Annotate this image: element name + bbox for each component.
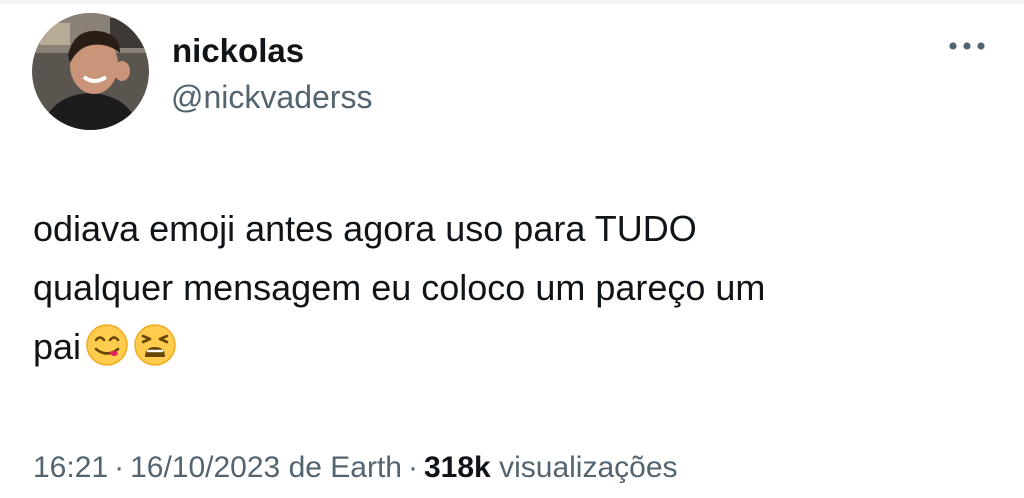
avatar[interactable] bbox=[32, 13, 149, 130]
profile-photo-icon bbox=[32, 13, 149, 130]
user-handle[interactable]: @nickvaderss bbox=[171, 77, 372, 117]
meta-separator: · bbox=[408, 451, 418, 484]
views-count[interactable]: 318k bbox=[424, 451, 491, 484]
tweet-meta: 16:21 · 16/10/2023 de Earth · 318k visualiza… bbox=[33, 448, 678, 488]
tweet-card[interactable]: nickolas @nickvaderss odiava emoji antes… bbox=[0, 0, 1024, 498]
more-options-button[interactable] bbox=[944, 32, 992, 60]
tweet-text: odiava emoji antes agora uso para TUDO q… bbox=[33, 199, 973, 376]
tweet-text-line-2: qualquer mensagem eu coloco um pareço um bbox=[33, 267, 766, 308]
tweet-source: de Earth bbox=[288, 451, 402, 484]
tweet-date[interactable]: 16/10/2023 bbox=[130, 451, 280, 484]
views-label[interactable]: visualizações bbox=[499, 451, 677, 484]
tweet-text-line-3: pai bbox=[33, 326, 82, 367]
meta-separator: · bbox=[114, 451, 125, 484]
tired-face-emoji-icon bbox=[133, 323, 177, 367]
face-savoring-food-emoji-icon bbox=[85, 323, 129, 367]
more-horizontal-icon bbox=[949, 42, 985, 50]
display-name[interactable]: nickolas bbox=[172, 31, 304, 71]
tweet-text-line-1: odiava emoji antes agora uso para TUDO bbox=[33, 208, 697, 249]
tweet-time[interactable]: 16:21 bbox=[33, 451, 108, 484]
top-divider bbox=[0, 0, 1024, 4]
